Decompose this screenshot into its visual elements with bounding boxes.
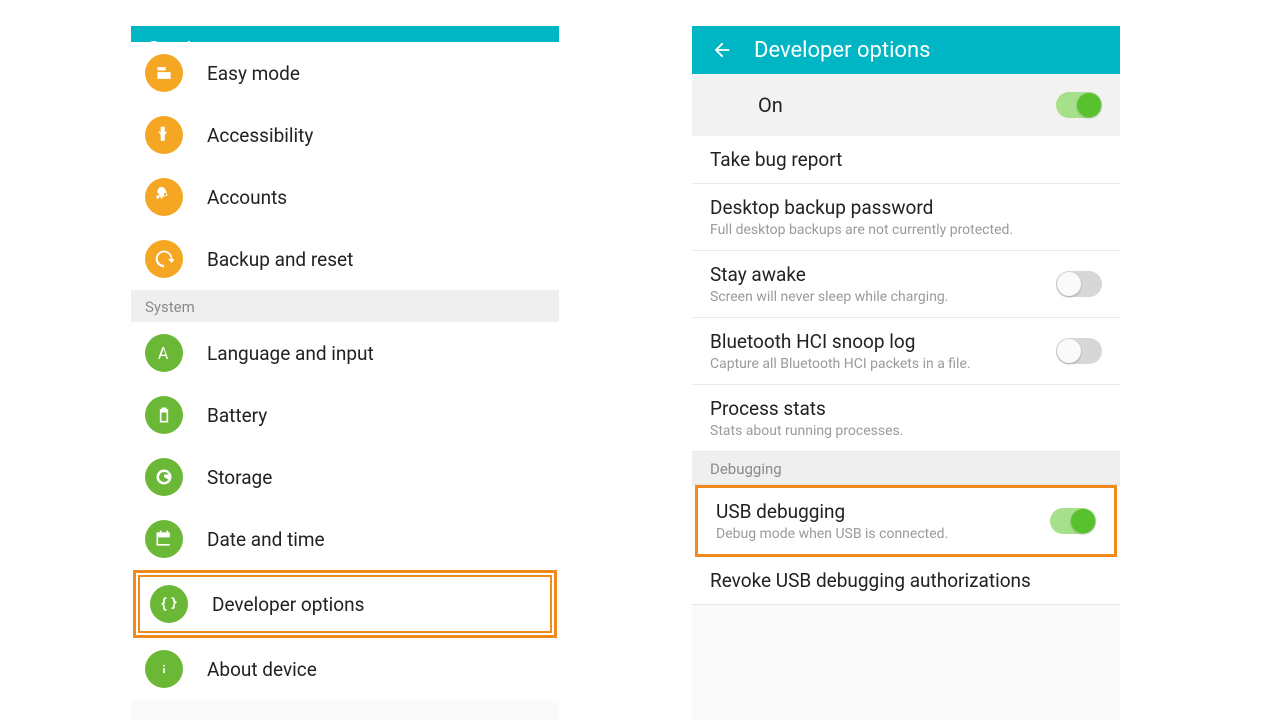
row-date-time[interactable]: Date and time [131,508,559,570]
row-title: Bluetooth HCI snoop log [710,330,1044,353]
row-accounts[interactable]: Accounts [131,166,559,228]
hand-icon [145,116,183,154]
row-bt-hci[interactable]: Bluetooth HCI snoop log Capture all Blue… [692,318,1120,385]
bt-hci-toggle[interactable] [1056,338,1102,364]
settings-list: Easy mode Accessibility Accounts Backup … [131,42,559,700]
options-list: Take bug report Desktop backup password … [692,136,1120,605]
row-label: Accessibility [207,124,313,147]
row-label: Language and input [207,342,374,365]
row-title: Process stats [710,397,1102,420]
backup-icon [145,240,183,278]
usb-debugging-toggle[interactable] [1050,508,1096,534]
section-debugging: Debugging [692,452,1120,485]
language-icon [145,334,183,372]
row-subtitle: Debug mode when USB is connected. [716,526,1038,542]
row-label: Easy mode [207,62,300,85]
row-title: Desktop backup password [710,196,1102,219]
row-backup-reset[interactable]: Backup and reset [131,228,559,290]
row-stay-awake[interactable]: Stay awake Screen will never sleep while… [692,251,1120,318]
row-subtitle: Capture all Bluetooth HCI packets in a f… [710,356,1044,372]
back-button[interactable] [708,36,736,64]
row-subtitle: Screen will never sleep while charging. [710,289,1044,305]
appbar: Developer options [692,26,1120,74]
battery-icon [145,396,183,434]
row-storage[interactable]: Storage [131,446,559,508]
search-action[interactable]: SEARCH [480,41,543,59]
stay-awake-toggle[interactable] [1056,271,1102,297]
key-icon [145,178,183,216]
master-toggle-row[interactable]: On [692,74,1120,136]
row-title: Revoke USB debugging authorizations [710,569,1102,592]
row-label: Date and time [207,528,325,551]
row-label: Developer options [212,593,364,616]
row-subtitle: Full desktop backups are not currently p… [710,222,1102,238]
row-accessibility[interactable]: Accessibility [131,104,559,166]
row-process-stats[interactable]: Process stats Stats about running proces… [692,385,1120,452]
row-subtitle: Stats about running processes. [710,423,1102,439]
master-toggle[interactable] [1056,92,1102,118]
row-take-bug-report[interactable]: Take bug report [692,136,1120,184]
storage-icon [145,458,183,496]
settings-screen: Settings SEARCH Easy mode Accessibility [131,26,559,720]
row-about-device[interactable]: About device [131,638,559,700]
developer-options-screen: Developer options On Take bug report Des… [692,26,1120,720]
row-label: Battery [207,404,267,427]
row-title: USB debugging [716,500,1038,523]
easy-mode-icon [145,54,183,92]
section-system: System [131,290,559,322]
row-label: Accounts [207,186,287,209]
appbar-title: Developer options [754,38,930,63]
row-title: Stay awake [710,263,1044,286]
row-label: Storage [207,466,272,489]
calendar-icon [145,520,183,558]
info-icon [145,650,183,688]
braces-icon [150,585,188,623]
row-battery[interactable]: Battery [131,384,559,446]
row-revoke-usb-auth[interactable]: Revoke USB debugging authorizations [692,557,1120,605]
master-label: On [710,93,1044,117]
row-language-input[interactable]: Language and input [131,322,559,384]
row-developer-options[interactable]: Developer options [136,573,554,635]
row-title: Take bug report [710,148,1102,171]
row-label: Backup and reset [207,248,353,271]
row-label: About device [207,658,317,681]
row-desktop-backup-password[interactable]: Desktop backup password Full desktop bac… [692,184,1120,251]
highlight-developer-options: Developer options [133,570,557,638]
row-usb-debugging[interactable]: USB debugging Debug mode when USB is con… [698,488,1114,554]
highlight-usb-debugging: USB debugging Debug mode when USB is con… [695,485,1117,557]
